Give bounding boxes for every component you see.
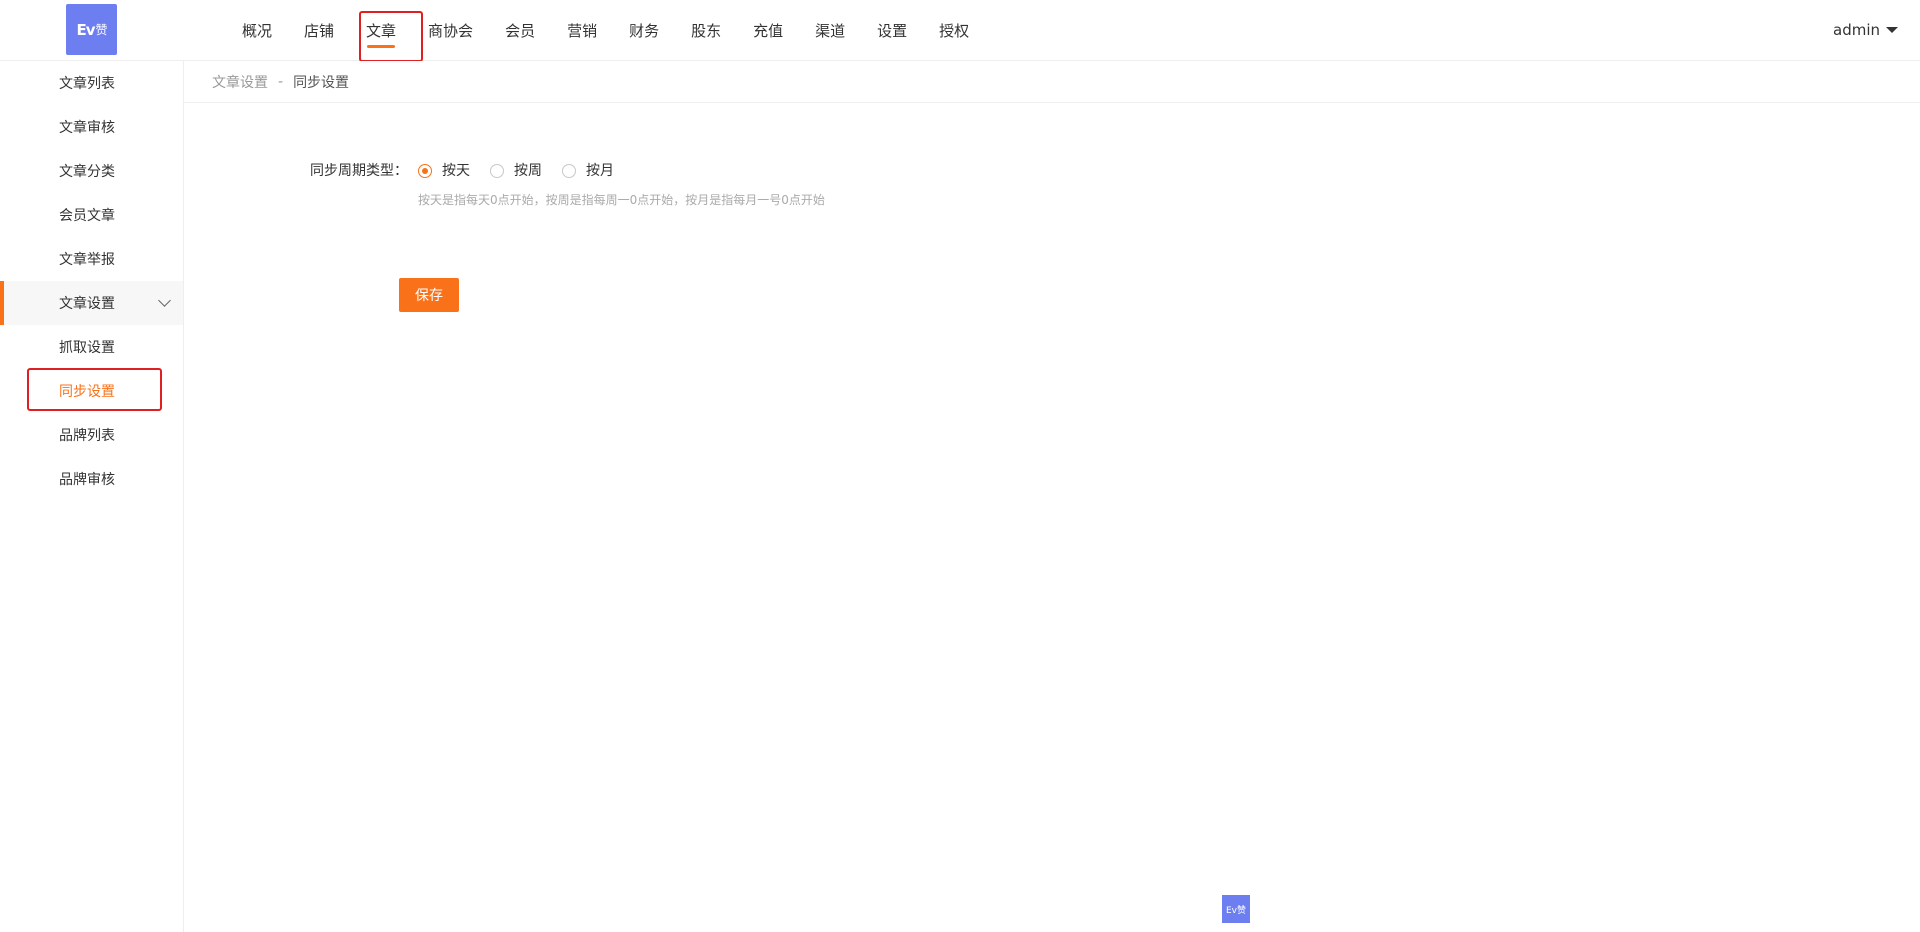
nav-item-shareholder[interactable]: 股东 bbox=[675, 0, 737, 60]
save-button[interactable]: 保存 bbox=[399, 278, 459, 312]
nav-item-association[interactable]: 商协会 bbox=[412, 0, 489, 60]
nav-item-authorization[interactable]: 授权 bbox=[923, 0, 985, 60]
radio-monthly-label: 按月 bbox=[586, 163, 614, 179]
footer-logo: Ev赞 bbox=[1222, 895, 1250, 923]
nav-item-article[interactable]: 文章 bbox=[350, 0, 412, 60]
nav-item-settings[interactable]: 设置 bbox=[861, 0, 923, 60]
active-group-indicator bbox=[0, 281, 4, 325]
chevron-down-icon bbox=[158, 294, 171, 307]
nav-item-overview[interactable]: 概况 bbox=[226, 0, 288, 60]
breadcrumb-separator: - bbox=[278, 73, 284, 90]
user-name: admin bbox=[1833, 21, 1880, 39]
radio-checked-icon bbox=[418, 164, 432, 178]
sidebar-item-article-list[interactable]: 文章列表 bbox=[0, 61, 183, 105]
radio-weekly-label: 按周 bbox=[514, 163, 542, 179]
sidebar-item-member-article[interactable]: 会员文章 bbox=[0, 193, 183, 237]
nav-item-shop[interactable]: 店铺 bbox=[288, 0, 350, 60]
logo-text: Ev bbox=[76, 20, 95, 39]
user-menu[interactable]: admin bbox=[1833, 0, 1898, 60]
sidebar-item-sync-settings[interactable]: 同步设置 bbox=[0, 369, 183, 413]
radio-monthly[interactable]: 按月 bbox=[562, 161, 614, 181]
sidebar-item-article-review[interactable]: 文章审核 bbox=[0, 105, 183, 149]
breadcrumb-parent[interactable]: 文章设置 bbox=[212, 72, 268, 92]
sidebar-item-article-report[interactable]: 文章举报 bbox=[0, 237, 183, 281]
sidebar-group-article-settings[interactable]: 文章设置 bbox=[0, 281, 183, 325]
top-bar: Ev 赞 概况 店铺 文章 商协会 会员 营销 财务 股东 充值 渠道 设置 授权… bbox=[0, 0, 1920, 62]
main-content: 文章设置 - 同步设置 同步周期类型： 按天 按周 按月 按天是指每天0点开始，… bbox=[184, 61, 1920, 932]
nav-item-member[interactable]: 会员 bbox=[489, 0, 551, 60]
radio-daily[interactable]: 按天 bbox=[418, 161, 470, 181]
main-nav: 概况 店铺 文章 商协会 会员 营销 财务 股东 充值 渠道 设置 授权 bbox=[226, 0, 985, 60]
nav-item-marketing[interactable]: 营销 bbox=[551, 0, 613, 60]
nav-item-finance[interactable]: 财务 bbox=[613, 0, 675, 60]
active-nav-underline bbox=[367, 45, 396, 48]
sync-cycle-label: 同步周期类型： bbox=[310, 163, 408, 179]
logo-text-cn: 赞 bbox=[95, 23, 108, 37]
radio-unchecked-icon bbox=[562, 164, 576, 178]
sync-cycle-radio-group: 按天 按周 按月 bbox=[418, 161, 634, 181]
radio-unchecked-icon bbox=[490, 164, 504, 178]
nav-item-recharge[interactable]: 充值 bbox=[737, 0, 799, 60]
nav-item-channel[interactable]: 渠道 bbox=[799, 0, 861, 60]
sidebar-item-crawl-settings[interactable]: 抓取设置 bbox=[0, 325, 183, 369]
caret-down-icon bbox=[1886, 27, 1898, 33]
app-logo[interactable]: Ev 赞 bbox=[66, 4, 117, 55]
radio-daily-label: 按天 bbox=[442, 163, 470, 179]
sidebar-item-article-category[interactable]: 文章分类 bbox=[0, 149, 183, 193]
sidebar-item-brand-list[interactable]: 品牌列表 bbox=[0, 413, 183, 457]
breadcrumb-current: 同步设置 bbox=[293, 74, 350, 91]
sidebar-item-brand-review[interactable]: 品牌审核 bbox=[0, 457, 183, 501]
sidebar: 文章列表 文章审核 文章分类 会员文章 文章举报 文章设置 抓取设置 同步设置 … bbox=[0, 61, 184, 932]
sync-cycle-hint: 按天是指每天0点开始，按周是指每周一0点开始，按月是指每月一号0点开始 bbox=[418, 193, 825, 207]
radio-weekly[interactable]: 按周 bbox=[490, 161, 542, 181]
breadcrumb: 文章设置 - 同步设置 bbox=[184, 61, 1920, 103]
